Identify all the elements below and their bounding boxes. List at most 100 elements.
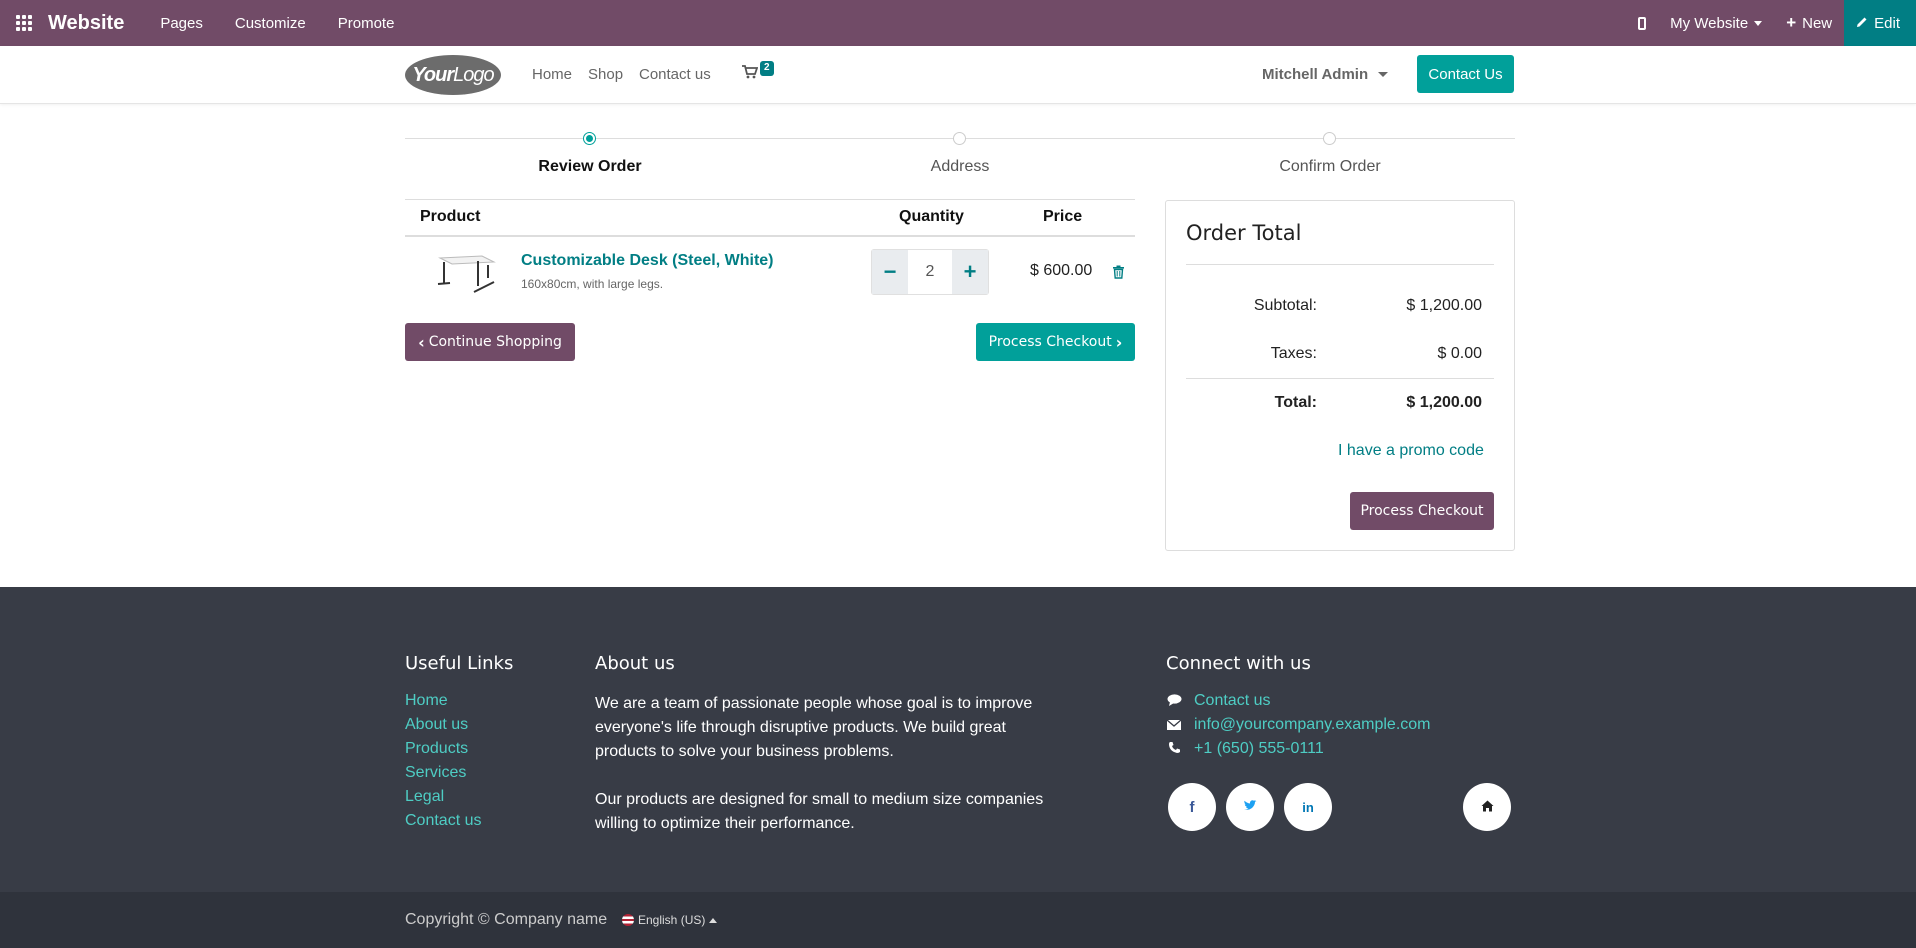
company-logo[interactable]: Your Logo xyxy=(405,55,501,95)
minus-icon: − xyxy=(883,259,897,284)
about-paragraph-1: We are a team of passionate people whose… xyxy=(595,695,1033,760)
footer-contact-us[interactable]: Contact us xyxy=(1166,692,1270,710)
trash-icon[interactable] xyxy=(1112,265,1125,279)
envelope-icon xyxy=(1166,718,1182,733)
plus-icon: + xyxy=(1786,13,1797,32)
useful-links-title: Useful Links xyxy=(405,653,514,674)
continue-shopping-button[interactable]: ‹ Continue Shopping xyxy=(405,323,575,361)
app-brand[interactable]: Website xyxy=(48,12,124,35)
product-name-link[interactable]: Customizable Desk (Steel, White) xyxy=(521,252,774,270)
column-header-quantity: Quantity xyxy=(899,208,964,225)
step-review-order: Review Order xyxy=(538,158,642,175)
copyright-bar xyxy=(0,892,1916,948)
mobile-preview-button[interactable] xyxy=(1626,0,1658,46)
caret-up-icon xyxy=(709,917,718,923)
nav-contact-us[interactable]: Contact us xyxy=(639,66,711,83)
pencil-icon xyxy=(1856,15,1868,32)
footer-link-contact-us[interactable]: Contact us xyxy=(405,812,481,830)
process-checkout-button[interactable]: Process Checkout › xyxy=(976,323,1135,361)
cart-link[interactable]: 2 xyxy=(742,61,774,84)
linkedin-icon: in xyxy=(1302,799,1314,815)
new-content-button[interactable]: + New xyxy=(1774,0,1844,46)
mobile-icon xyxy=(1638,16,1647,30)
footer-link-home[interactable]: Home xyxy=(405,692,448,710)
chevron-left-icon: ‹ xyxy=(418,332,425,352)
logo-text: Logo xyxy=(453,63,494,86)
total-value: $ 1,200.00 xyxy=(1406,394,1482,411)
about-paragraph-2: Our products are designed for small to m… xyxy=(595,791,1044,832)
step-address: Address xyxy=(930,158,990,175)
website-switcher[interactable]: My Website xyxy=(1658,0,1774,46)
product-image[interactable] xyxy=(432,248,498,294)
table-top-border xyxy=(405,199,1135,200)
apps-menu-button[interactable] xyxy=(0,0,48,46)
facebook-button[interactable]: f xyxy=(1168,783,1216,831)
copyright-text: Copyright © Company name xyxy=(405,911,608,928)
product-price: $ 600.00 xyxy=(1030,262,1093,279)
cart-count-badge: 2 xyxy=(760,61,774,76)
table-header-border xyxy=(405,235,1135,237)
site-header: Your Logo Home Shop Contact us 2 Mitchell… xyxy=(0,46,1916,104)
taxes-value: $ 0.00 xyxy=(1437,345,1482,362)
home-icon xyxy=(1481,799,1494,816)
admin-navbar: Website Pages Customize Promote My Websi… xyxy=(0,0,1916,46)
order-total-title: Order Total xyxy=(1186,221,1302,245)
process-checkout-label: Process Checkout xyxy=(988,334,1112,350)
email-link: info@yourcompany.example.com xyxy=(1194,716,1431,733)
home-button[interactable] xyxy=(1463,783,1511,831)
process-checkout-button-secondary[interactable]: Process Checkout xyxy=(1350,492,1494,530)
footer-link-products[interactable]: Products xyxy=(405,740,468,758)
language-selector[interactable]: English (US) xyxy=(622,913,718,927)
caret-down-icon xyxy=(1754,20,1763,26)
footer-link-services[interactable]: Services xyxy=(405,764,466,782)
footer-link-about-us[interactable]: About us xyxy=(405,716,468,734)
step-review-dot xyxy=(583,132,596,145)
plus-icon: + xyxy=(963,259,977,284)
subtotal-value: $ 1,200.00 xyxy=(1406,297,1482,314)
contact-us-button[interactable]: Contact Us xyxy=(1417,55,1514,93)
quantity-stepper: − 2 + xyxy=(871,249,989,295)
increase-quantity-button[interactable]: + xyxy=(952,250,988,294)
website-switcher-label: My Website xyxy=(1670,14,1749,32)
step-confirm-order: Confirm Order xyxy=(1279,158,1381,175)
footer-link-legal[interactable]: Legal xyxy=(405,788,444,806)
about-us-title: About us xyxy=(595,653,675,674)
promo-code-link[interactable]: I have a promo code xyxy=(1338,442,1484,460)
new-label: New xyxy=(1802,14,1833,32)
footer-email[interactable]: info@yourcompany.example.com xyxy=(1166,716,1431,734)
continue-shopping-label: Continue Shopping xyxy=(428,334,562,350)
chevron-right-icon: › xyxy=(1115,332,1123,352)
edit-label: Edit xyxy=(1874,14,1900,32)
caret-down-icon xyxy=(1378,72,1389,77)
user-name: Mitchell Admin xyxy=(1262,66,1369,83)
language-label: English (US) xyxy=(638,913,706,927)
column-header-price: Price xyxy=(1043,208,1083,225)
decrease-quantity-button[interactable]: − xyxy=(872,250,908,294)
us-flag-icon xyxy=(622,914,634,926)
card-divider xyxy=(1186,264,1494,265)
twitter-icon xyxy=(1243,799,1257,816)
quantity-input[interactable]: 2 xyxy=(908,250,952,294)
step-address-dot xyxy=(953,132,966,145)
twitter-button[interactable] xyxy=(1226,783,1274,831)
card-divider xyxy=(1186,378,1494,379)
nav-shop[interactable]: Shop xyxy=(588,66,623,83)
menu-customize[interactable]: Customize xyxy=(235,15,306,32)
column-header-product: Product xyxy=(420,208,481,225)
facebook-icon: f xyxy=(1189,798,1195,816)
footer-phone[interactable]: +1 (650) 555-0111 xyxy=(1166,740,1324,758)
comment-icon xyxy=(1166,693,1182,709)
contact-us-link: Contact us xyxy=(1194,692,1271,709)
menu-promote[interactable]: Promote xyxy=(338,15,395,32)
edit-button[interactable]: Edit xyxy=(1844,0,1916,46)
phone-icon xyxy=(1166,741,1182,757)
linkedin-button[interactable]: in xyxy=(1284,783,1332,831)
menu-pages[interactable]: Pages xyxy=(160,15,203,32)
about-us-text: We are a team of passionate people whose… xyxy=(595,692,1045,836)
connect-title: Connect with us xyxy=(1166,653,1311,674)
product-description: 160x80cm, with large legs. xyxy=(521,277,664,291)
logo-text-bold: Your xyxy=(412,63,454,86)
nav-home[interactable]: Home xyxy=(532,66,572,83)
apps-grid-icon xyxy=(16,15,32,31)
user-menu[interactable]: Mitchell Admin xyxy=(1262,66,1389,83)
